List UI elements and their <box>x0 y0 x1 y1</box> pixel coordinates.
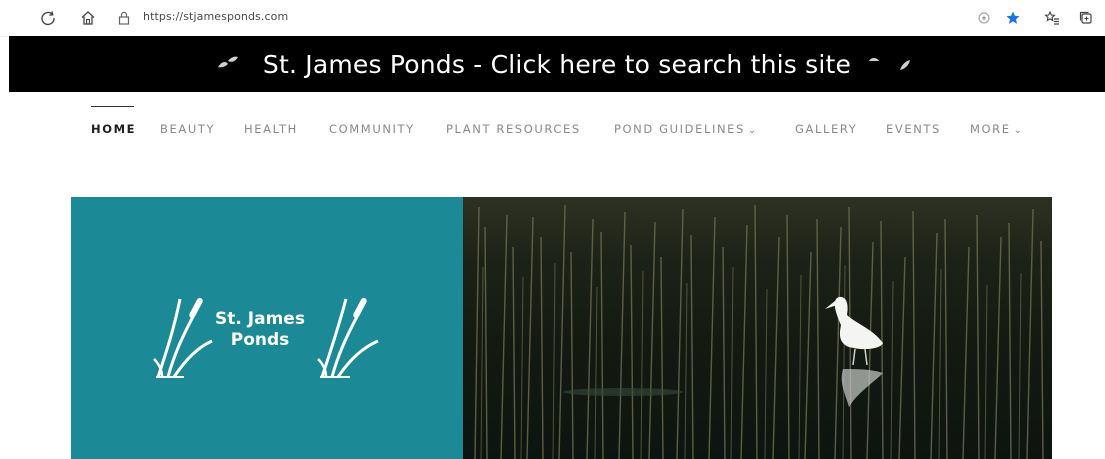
browser-toolbar: https://stjamesponds.com <box>0 0 1105 37</box>
refresh-icon[interactable] <box>39 9 57 27</box>
nav-health[interactable]: HEALTH <box>244 122 298 136</box>
chevron-down-icon: ⌄ <box>747 125 758 136</box>
banner-text: St. James Ponds - Click here to search t… <box>262 49 852 79</box>
nav-more[interactable]: MORE ⌄ <box>970 122 1024 136</box>
collections-icon[interactable] <box>1077 9 1095 27</box>
bud-icon <box>868 55 880 67</box>
star-icon[interactable] <box>1004 9 1022 27</box>
nav-more-label: MORE <box>970 122 1011 136</box>
nav-pond-guidelines[interactable]: POND GUIDELINES ⌄ <box>614 122 758 136</box>
site-search-banner[interactable]: St. James Ponds - Click here to search t… <box>9 36 1105 92</box>
active-indicator <box>91 106 134 107</box>
main-nav: HOME BEAUTY HEALTH COMMUNITY PLANT RESOU… <box>0 92 1105 162</box>
reader-icon[interactable] <box>975 9 993 27</box>
hero-photo-egret <box>463 197 1052 459</box>
lock-icon[interactable] <box>115 9 133 27</box>
nav-plant-resources[interactable]: PLANT RESOURCES <box>446 122 581 136</box>
leaf-icon <box>216 55 240 71</box>
favorites-icon[interactable] <box>1043 9 1061 27</box>
nav-gallery[interactable]: GALLERY <box>795 122 857 136</box>
cattail-right-icon <box>316 289 382 379</box>
leaf-icon <box>898 58 912 72</box>
chevron-down-icon: ⌄ <box>1013 125 1024 136</box>
logo-text: St. James Ponds <box>200 309 320 351</box>
logo-line-1: St. James <box>215 309 305 329</box>
address-bar[interactable]: https://stjamesponds.com <box>143 10 288 23</box>
home-icon[interactable] <box>79 9 97 27</box>
nav-pond-guidelines-label: POND GUIDELINES <box>614 122 745 136</box>
nav-beauty[interactable]: BEAUTY <box>160 122 215 136</box>
nav-events[interactable]: EVENTS <box>886 122 941 136</box>
nav-home[interactable]: HOME <box>91 122 136 136</box>
logo-line-2: Ponds <box>230 330 290 350</box>
nav-community[interactable]: COMMUNITY <box>329 122 415 136</box>
